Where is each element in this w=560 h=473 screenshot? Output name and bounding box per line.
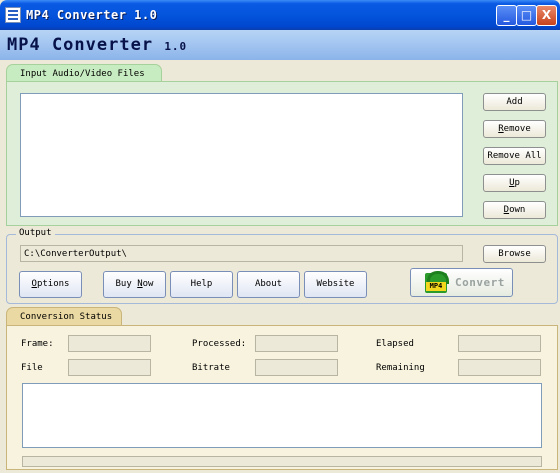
tab-conversion-status[interactable]: Conversion Status xyxy=(6,307,122,325)
convert-button[interactable]: MP4 Convert xyxy=(410,268,513,297)
frame-field xyxy=(68,335,151,352)
close-button[interactable]: X xyxy=(536,5,557,26)
tab-input-files[interactable]: Input Audio/Video Files xyxy=(6,64,162,82)
file-label: File xyxy=(21,363,43,373)
bitrate-label: Bitrate xyxy=(192,363,230,373)
minimize-button[interactable]: _ xyxy=(496,5,517,26)
up-button[interactable]: Up xyxy=(483,174,546,192)
remove-all-button[interactable]: Remove All xyxy=(483,147,546,165)
about-button[interactable]: About xyxy=(237,271,300,298)
file-list[interactable] xyxy=(20,93,463,217)
app-banner: MP4 Converter 1.0 xyxy=(0,30,560,60)
elapsed-label: Elapsed xyxy=(376,339,414,349)
bitrate-field xyxy=(255,359,338,376)
window-title: MP4 Converter 1.0 xyxy=(26,8,158,22)
remaining-label: Remaining xyxy=(376,363,425,373)
banner-version: 1.0 xyxy=(164,40,188,53)
browse-button[interactable]: Browse xyxy=(483,245,546,263)
banner-title: MP4 Converter 1.0 xyxy=(7,35,187,55)
conversion-log[interactable] xyxy=(22,383,542,448)
add-button[interactable]: Add xyxy=(483,93,546,111)
title-bar[interactable]: MP4 Converter 1.0 _ □ X xyxy=(0,0,560,30)
app-icon xyxy=(5,7,21,23)
buy-now-button[interactable]: Buy Now xyxy=(103,271,166,298)
processed-field xyxy=(255,335,338,352)
help-button[interactable]: Help xyxy=(170,271,233,298)
maximize-button[interactable]: □ xyxy=(516,5,537,26)
output-path-field[interactable]: C:\ConverterOutput\ xyxy=(20,245,463,262)
convert-icon-label: MP4 xyxy=(426,282,446,291)
down-button[interactable]: Down xyxy=(483,201,546,219)
progress-bar xyxy=(22,456,542,467)
banner-app-name: MP4 Converter xyxy=(7,35,154,55)
remove-button[interactable]: Remove xyxy=(483,120,546,138)
file-field xyxy=(68,359,151,376)
options-button[interactable]: Options xyxy=(19,271,82,298)
processed-label: Processed: xyxy=(192,339,247,349)
elapsed-field xyxy=(458,335,541,352)
frame-label: Frame: xyxy=(21,339,54,349)
website-button[interactable]: Website xyxy=(304,271,367,298)
remaining-field xyxy=(458,359,541,376)
output-label: Output xyxy=(16,228,55,238)
convert-icon: MP4 xyxy=(425,271,449,293)
convert-label: Convert xyxy=(455,276,505,289)
